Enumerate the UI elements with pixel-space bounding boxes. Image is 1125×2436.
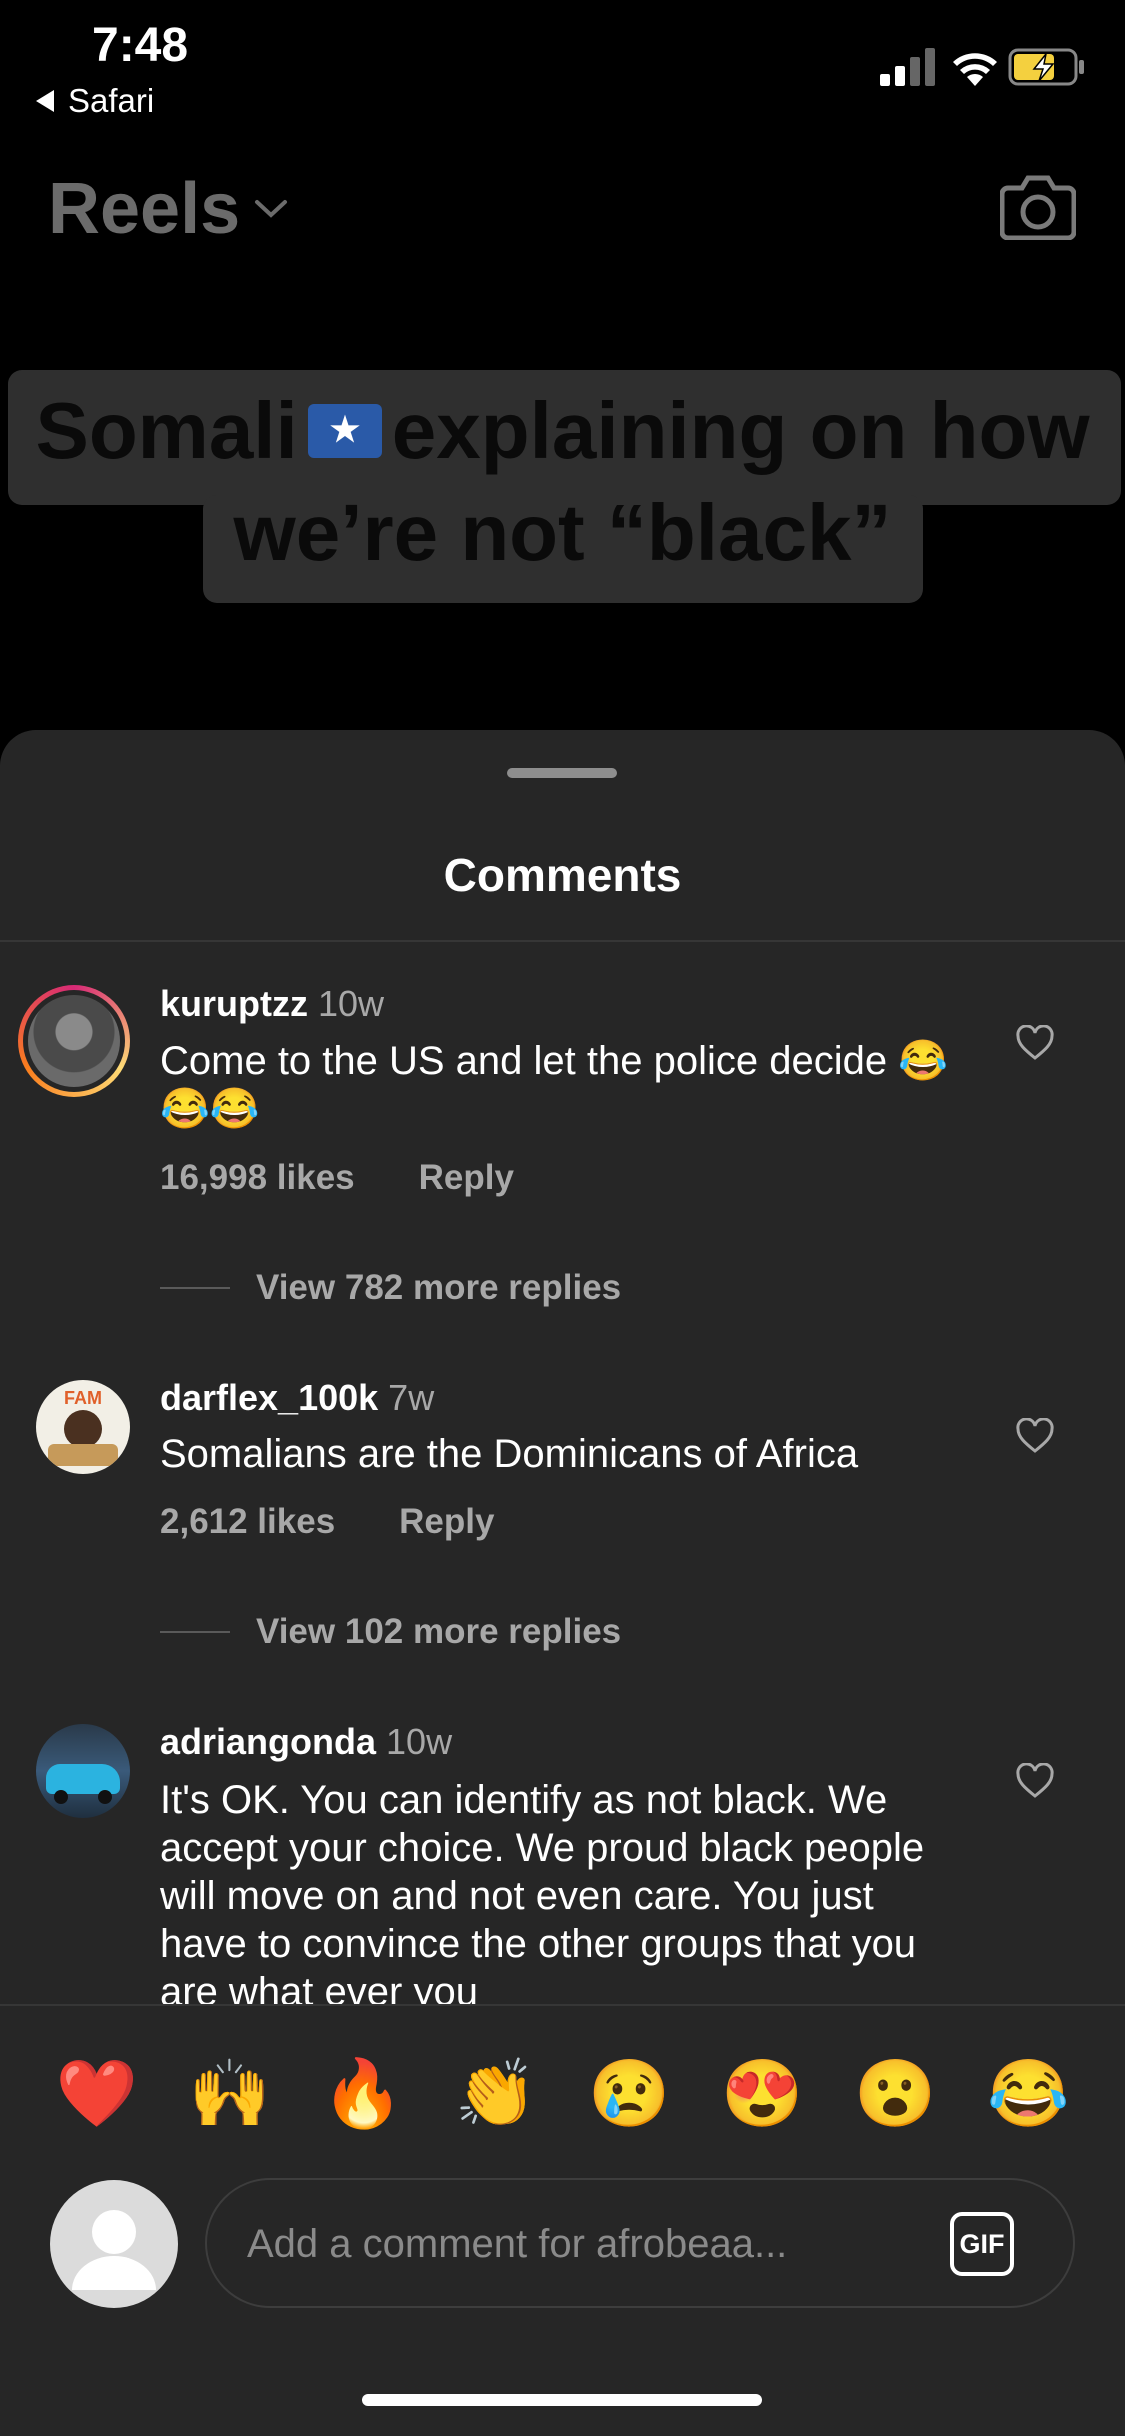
comment-username[interactable]: darflex_100k 7w [160, 1377, 434, 1419]
somalia-flag-icon [307, 403, 382, 458]
caption-text-b: explaining on how [391, 386, 1090, 475]
avatar[interactable] [36, 1724, 130, 1818]
laughing-emoji-icon[interactable]: 😂 [983, 2048, 1073, 2138]
view-more-replies-label: View 102 more replies [256, 1612, 622, 1651]
default-avatar-icon [72, 2210, 156, 2290]
comment-meta: 16,998 likes Reply [160, 1158, 578, 1198]
cellular-signal-icon [880, 48, 935, 86]
like-heart-icon[interactable] [1015, 1025, 1055, 1061]
like-heart-icon[interactable] [1015, 1763, 1055, 1799]
avatar[interactable]: FAM [36, 1380, 130, 1474]
comment-input-placeholder: Add a comment for afrobeaa... [247, 2222, 788, 2266]
comment-username[interactable]: adriangonda 10w [160, 1721, 452, 1763]
username: adriangonda [160, 1721, 377, 1762]
like-heart-icon[interactable] [1015, 1418, 1055, 1454]
reply-button[interactable]: Reply [399, 1502, 494, 1541]
divider [160, 1287, 230, 1289]
username: kuruptzz [160, 983, 308, 1024]
heart-emoji-icon[interactable]: ❤️ [52, 2048, 142, 2138]
crying-emoji-icon[interactable]: 😢 [584, 2048, 674, 2138]
heart-eyes-emoji-icon[interactable]: 😍 [717, 2048, 807, 2138]
caption-text-a: Somali [35, 386, 298, 475]
chevron-down-icon [255, 200, 288, 218]
reels-title: Reels [48, 169, 241, 249]
home-indicator[interactable] [362, 2394, 762, 2406]
comment-age: 7w [388, 1377, 435, 1418]
back-label: Safari [68, 82, 155, 119]
comment-age: 10w [318, 983, 385, 1024]
comment-meta: 2,612 likes Reply [160, 1502, 558, 1542]
view-more-replies-label: View 782 more replies [256, 1268, 622, 1307]
wifi-icon [953, 53, 997, 86]
status-time: 7:48 [92, 19, 189, 72]
comment-text: Somalians are the Dominicans of Africa [160, 1432, 859, 1476]
battery-charging-icon [1008, 48, 1084, 86]
caption-line-2: we’re not “black” [233, 488, 892, 577]
divider [0, 2004, 1125, 2006]
username: darflex_100k [160, 1377, 379, 1418]
gif-button[interactable]: GIF [950, 2212, 1014, 2276]
comment-username[interactable]: kuruptzz 10w [160, 983, 384, 1025]
avatar[interactable] [18, 985, 130, 1097]
back-to-safari-button[interactable]: Safari [36, 82, 154, 120]
reply-button[interactable]: Reply [419, 1158, 514, 1197]
surprised-emoji-icon[interactable]: 😮 [850, 2048, 940, 2138]
comments-list[interactable]: kuruptzz 10w Come to the US and let the p… [0, 730, 1125, 2004]
status-bar: 7:48 Safari [0, 0, 1125, 140]
user-avatar [50, 2180, 178, 2308]
comment-age: 10w [386, 1721, 453, 1762]
back-arrow-icon [36, 90, 54, 112]
clapping-emoji-icon[interactable]: 👏 [451, 2048, 541, 2138]
comment-text: Come to the US and let the police decide… [160, 1039, 949, 1131]
likes-count[interactable]: 2,612 likes [160, 1502, 335, 1541]
comment-text: It's OK. You can identify as not black. … [160, 1778, 925, 2004]
camera-icon[interactable] [1000, 170, 1076, 240]
fire-emoji-icon[interactable]: 🔥 [318, 2048, 408, 2138]
comments-sheet: Comments kuruptzz 10w Come to the US and … [0, 730, 1125, 2436]
raising-hands-emoji-icon[interactable]: 🙌 [185, 2048, 275, 2138]
caption-line-1: Somali explaining on how [0, 385, 1125, 477]
likes-count[interactable]: 16,998 likes [160, 1158, 355, 1197]
emoji-reaction-bar: ❤️ 🙌 🔥 👏 😢 😍 😮 😂 [0, 2048, 1125, 2138]
view-more-replies[interactable]: View 782 more replies [160, 1268, 621, 1308]
comment-input[interactable]: Add a comment for afrobeaa... GIF [205, 2178, 1075, 2308]
divider [160, 1631, 230, 1633]
reels-title-dropdown[interactable]: Reels [48, 168, 288, 250]
view-more-replies[interactable]: View 102 more replies [160, 1612, 621, 1652]
